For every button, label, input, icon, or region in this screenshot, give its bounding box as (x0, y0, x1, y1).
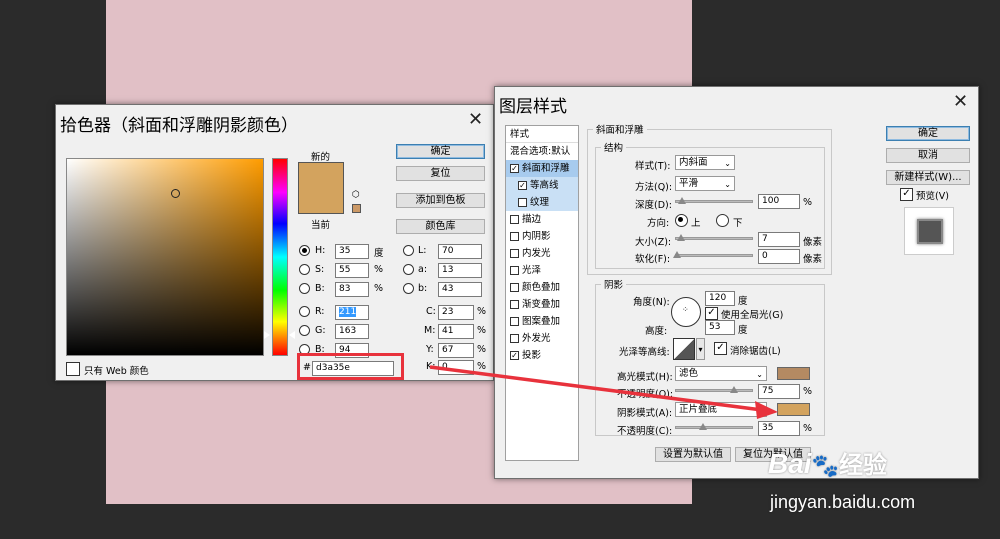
watermark-brand: Bai (768, 448, 812, 479)
baidu-watermark: Bai🐾经验 (768, 445, 887, 480)
watermark-url: jingyan.baidu.com (770, 492, 916, 512)
arrow-shaft (429, 365, 763, 412)
watermark-brand2: 经验 (838, 451, 887, 479)
paw-icon: 🐾 (811, 454, 839, 479)
arrow-head (755, 401, 778, 419)
